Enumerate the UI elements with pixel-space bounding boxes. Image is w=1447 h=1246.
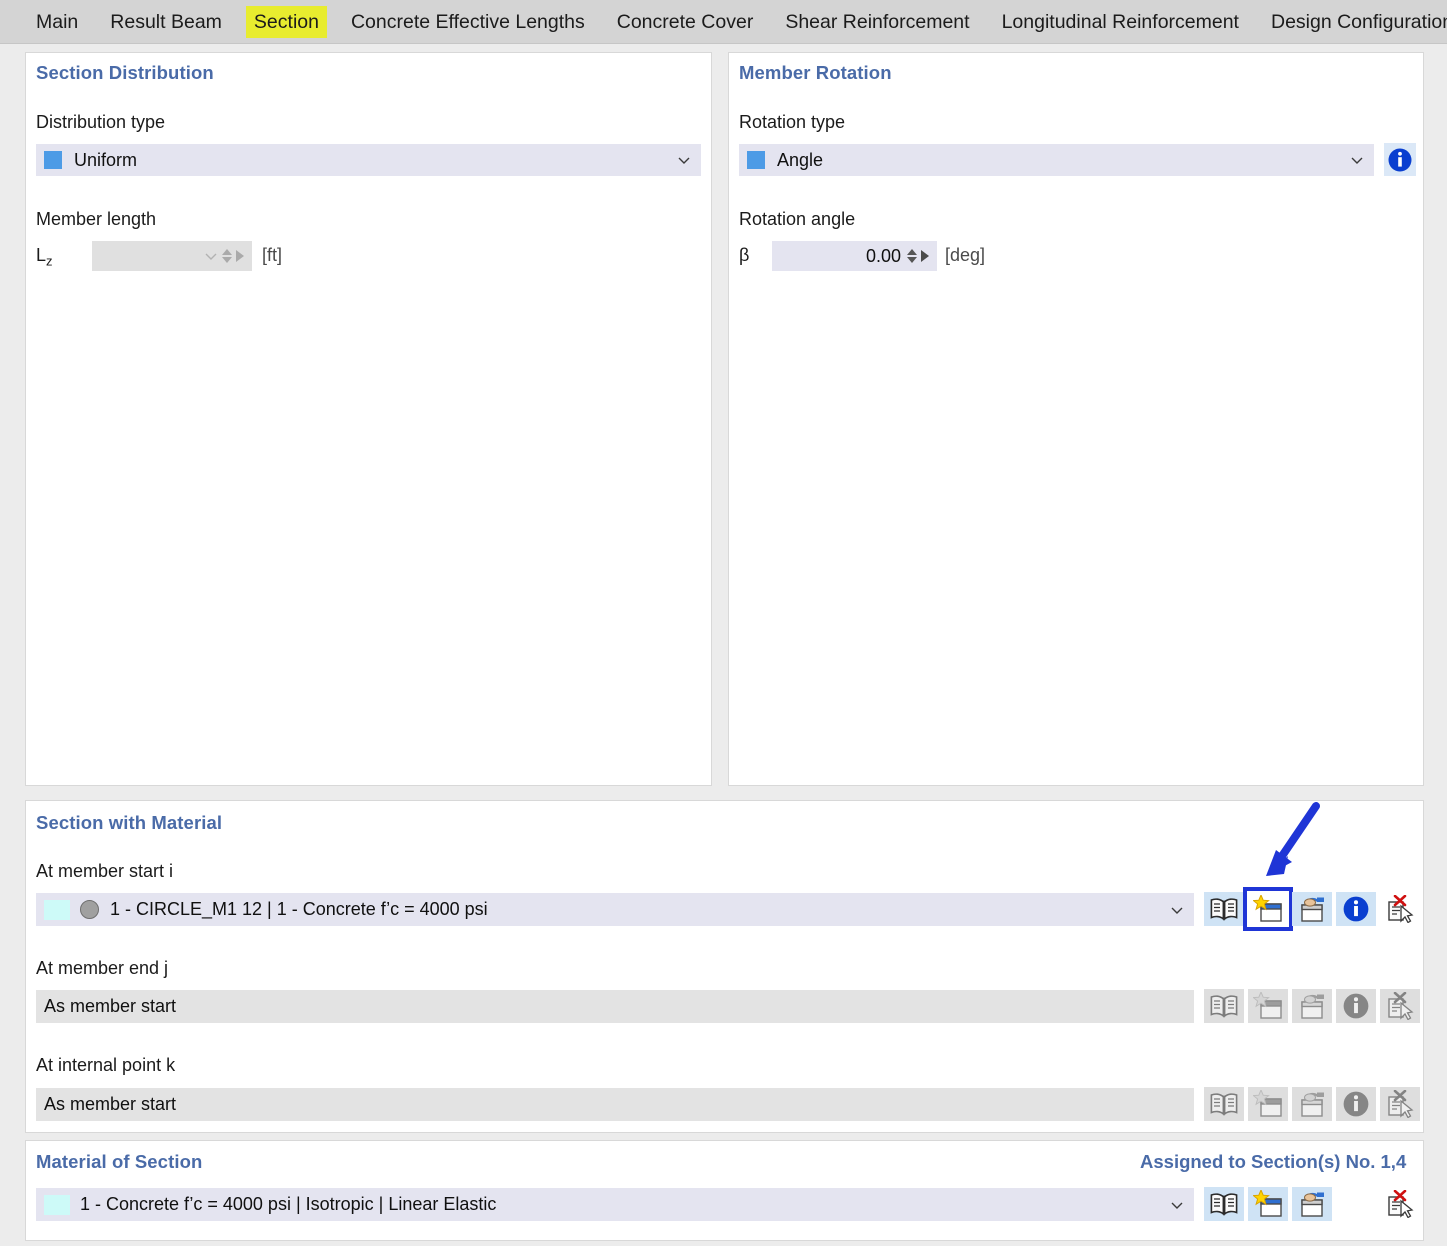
lz-stepper[interactable] xyxy=(222,249,232,263)
beta-symbol: β xyxy=(739,245,750,265)
edit-section-icon xyxy=(1301,1092,1324,1117)
section-with-material-panel xyxy=(25,800,1424,1133)
at-member-start-value: 1 - CIRCLE_M1 12 | 1 - Concrete f’c = 40… xyxy=(110,899,488,919)
delete-material-icon xyxy=(1388,1190,1414,1218)
material-color-swatch xyxy=(44,1194,70,1215)
section-end-edit-button xyxy=(1292,989,1332,1023)
section-shape-icon xyxy=(80,900,99,919)
tab-concrete-effective-lengths[interactable]: Concrete Effective Lengths xyxy=(343,6,593,38)
library-icon xyxy=(1210,1093,1238,1116)
chevron-down-icon xyxy=(1351,157,1363,164)
lz-symbol: Lz xyxy=(36,245,53,269)
section-internal-new-button xyxy=(1248,1087,1288,1121)
library-icon xyxy=(1210,995,1238,1018)
section-with-material-title: Section with Material xyxy=(36,812,223,833)
distribution-type-color-swatch xyxy=(44,151,62,169)
section-start-info-button[interactable] xyxy=(1336,892,1376,926)
at-member-start-combo[interactable]: 1 - CIRCLE_M1 12 | 1 - Concrete f’c = 40… xyxy=(36,893,1194,926)
delete-section-icon xyxy=(1388,1090,1414,1118)
new-material-icon xyxy=(1253,1190,1282,1217)
chevron-down-icon xyxy=(1171,1202,1183,1209)
at-internal-point-value: As member start xyxy=(44,1094,177,1114)
chevron-down-icon xyxy=(678,157,690,164)
new-section-icon xyxy=(1253,895,1282,922)
member-rotation-title: Member Rotation xyxy=(739,62,892,83)
section-color-swatch xyxy=(44,899,70,920)
section-internal-library-button xyxy=(1204,1087,1244,1121)
material-new-button[interactable] xyxy=(1248,1187,1288,1221)
at-internal-point-label: At internal point k xyxy=(36,1055,176,1075)
lz-unit: [ft] xyxy=(262,245,283,265)
section-start-library-button[interactable] xyxy=(1204,892,1244,926)
section-tab-page: Main Result Beam Section Concrete Effect… xyxy=(0,0,1447,1246)
section-end-new-button xyxy=(1248,989,1288,1023)
delete-section-icon xyxy=(1388,895,1414,923)
section-start-edit-button[interactable] xyxy=(1292,892,1332,926)
chevron-down-icon xyxy=(205,253,217,260)
section-end-library-button xyxy=(1204,989,1244,1023)
section-end-info-button xyxy=(1336,989,1376,1023)
tab-result-beam[interactable]: Result Beam xyxy=(102,6,230,38)
delete-section-icon xyxy=(1388,992,1414,1020)
tab-longitudinal-reinforcement[interactable]: Longitudinal Reinforcement xyxy=(994,6,1247,38)
section-internal-info-button xyxy=(1336,1087,1376,1121)
distribution-type-value: Uniform xyxy=(74,149,138,170)
material-delete-button[interactable] xyxy=(1380,1187,1420,1221)
rotation-type-label: Rotation type xyxy=(739,112,846,132)
rotation-angle-label: Rotation angle xyxy=(739,209,856,229)
rotation-type-info-button[interactable] xyxy=(1384,143,1416,176)
lz-symbol-main: L xyxy=(36,245,47,265)
section-start-new-button[interactable] xyxy=(1243,887,1293,931)
material-edit-button[interactable] xyxy=(1292,1187,1332,1221)
at-member-end-combo[interactable]: As member start xyxy=(36,990,1194,1023)
material-library-button[interactable] xyxy=(1204,1187,1244,1221)
rotation-type-combo[interactable]: Angle xyxy=(739,144,1374,176)
tab-bar: Main Result Beam Section Concrete Effect… xyxy=(0,0,1447,44)
rotation-type-value: Angle xyxy=(777,149,824,170)
beta-value: 0.00 xyxy=(865,245,901,266)
library-icon xyxy=(1210,1193,1238,1216)
at-member-end-value: As member start xyxy=(44,996,177,1016)
new-section-icon xyxy=(1253,1090,1282,1117)
info-icon xyxy=(1343,896,1369,922)
edit-section-icon xyxy=(1301,897,1324,922)
chevron-down-icon xyxy=(1171,907,1183,914)
beta-expand-arrow[interactable] xyxy=(921,250,929,262)
tab-concrete-cover[interactable]: Concrete Cover xyxy=(609,6,762,38)
library-icon xyxy=(1210,898,1238,921)
material-of-section-title: Material of Section xyxy=(36,1151,203,1172)
rotation-type-color-swatch xyxy=(747,151,765,169)
section-internal-edit-button xyxy=(1292,1087,1332,1121)
at-internal-point-combo[interactable]: As member start xyxy=(36,1088,1194,1121)
tab-section[interactable]: Section xyxy=(245,5,327,38)
distribution-type-label: Distribution type xyxy=(36,112,166,132)
at-member-start-label: At member start i xyxy=(36,861,174,881)
section-distribution-title: Section Distribution xyxy=(36,62,214,83)
lz-input[interactable] xyxy=(92,241,252,271)
beta-unit: [deg] xyxy=(945,245,986,265)
section-internal-delete-button xyxy=(1380,1087,1420,1121)
lz-symbol-sub: z xyxy=(46,253,53,269)
beta-stepper[interactable] xyxy=(907,249,917,263)
assigned-to-sections-label: Assigned to Section(s) No. 1,4 xyxy=(1140,1151,1407,1172)
lz-expand-arrow[interactable] xyxy=(236,250,244,262)
member-length-label: Member length xyxy=(36,209,157,229)
info-icon xyxy=(1343,993,1369,1019)
material-value: 1 - Concrete f’c = 4000 psi | Isotropic … xyxy=(80,1194,497,1214)
info-icon xyxy=(1388,148,1412,171)
edit-material-icon xyxy=(1301,1192,1324,1217)
material-combo[interactable]: 1 - Concrete f’c = 4000 psi | Isotropic … xyxy=(36,1188,1194,1221)
info-icon xyxy=(1343,1091,1369,1117)
new-section-icon xyxy=(1253,992,1282,1019)
section-end-delete-button xyxy=(1380,989,1420,1023)
edit-section-icon xyxy=(1301,994,1324,1019)
distribution-type-combo[interactable]: Uniform xyxy=(36,144,701,176)
rotation-angle-input[interactable]: 0.00 xyxy=(772,241,937,271)
at-member-end-label: At member end j xyxy=(36,958,169,978)
section-start-delete-button[interactable] xyxy=(1380,892,1420,926)
tab-shear-reinforcement[interactable]: Shear Reinforcement xyxy=(777,6,977,38)
tab-design-configurations[interactable]: Design Configurations xyxy=(1263,6,1447,38)
tab-main[interactable]: Main xyxy=(28,6,86,38)
